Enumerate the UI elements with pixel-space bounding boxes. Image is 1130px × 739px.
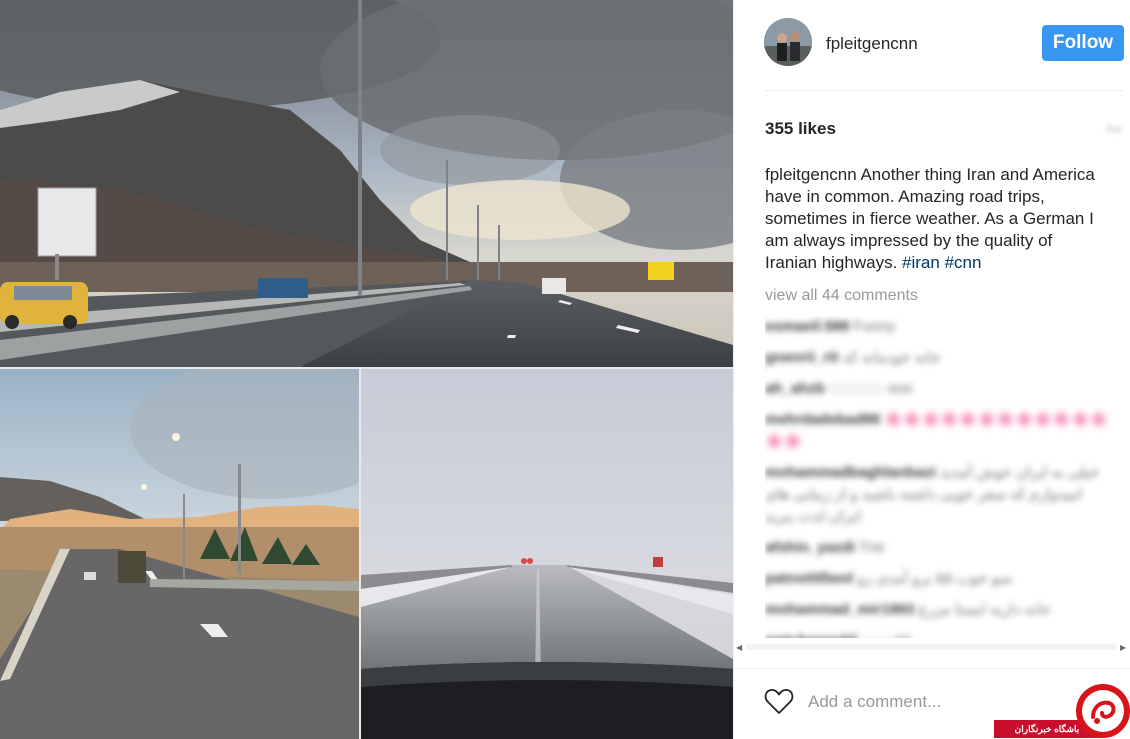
comment-username[interactable]: mohammadbaghlanbazi: [765, 464, 936, 481]
caption-username[interactable]: fpleitgencnn: [765, 165, 857, 184]
scroll-left-icon[interactable]: ◀: [736, 643, 742, 652]
post-age[interactable]: 4w: [1105, 121, 1122, 136]
comment: patnstttllwol سو خوب ۵۵ برو آمدی رو: [765, 568, 1115, 590]
watermark-logo: [1076, 684, 1130, 738]
comment-username[interactable]: esmaeil.588: [765, 318, 849, 335]
comment-text: سو خوب ۵۵ برو آمدی رو: [853, 570, 1012, 587]
photo-foggy-road: [361, 369, 733, 739]
comment: ah_ahzb ::::::::::::: ooo: [765, 378, 1115, 400]
header-divider: [764, 90, 1124, 91]
post-header: fpleitgencnn Follow: [734, 0, 1130, 90]
comment: mehrdadebad88 🌸🌸🌸🌸🌸🌸🌸🌸🌸🌸🌸🌸🌸🌸: [765, 409, 1115, 453]
add-comment-input[interactable]: [808, 689, 1008, 715]
hashtag-cnn[interactable]: #cnn: [945, 253, 982, 272]
comment-username[interactable]: gnenrii_rit: [765, 349, 838, 366]
comment: gnenrii_rit خانه خودمانه که: [765, 347, 1115, 369]
comment-text: خانه خودمانه که: [838, 349, 941, 366]
comments-list: esmaeil.588 Funny gnenrii_rit خانه خودما…: [765, 316, 1115, 638]
comment-username[interactable]: mohammad_mir1993: [765, 601, 914, 618]
comments-scrollbar[interactable]: ◀ ▶: [734, 640, 1130, 654]
post-caption: fpleitgencnn Another thing Iran and Amer…: [765, 164, 1105, 274]
comment-username[interactable]: mehrdadebad88: [765, 411, 880, 428]
comment-text: خانه داریه ایستا مزرع: [914, 601, 1051, 618]
comment-username[interactable]: afshin_yazdi: [765, 539, 855, 556]
avatar[interactable]: [764, 18, 812, 66]
comment-text: ::::::::::::: ooo: [825, 380, 913, 397]
comment: afshin_yazdi Tne: [765, 537, 1115, 559]
post-details-panel: fpleitgencnn Follow 355 likes 4w fpleitg…: [733, 0, 1130, 739]
heart-outline-icon[interactable]: [764, 687, 794, 715]
comment: mohammad_mir1993 خانه داریه ایستا مزرع: [765, 599, 1115, 621]
comment: esmaeil.588 Funny: [765, 316, 1115, 338]
photo-desert-road: [0, 369, 359, 739]
comment: watchoworld ::::::: ##: [765, 630, 1115, 638]
username-link[interactable]: fpleitgencnn: [826, 34, 918, 54]
comment: mohammadbaghlanbazi خیلی به ایران خوش آم…: [765, 462, 1115, 528]
likes-count[interactable]: 355 likes: [765, 119, 836, 139]
photo-mountain-highway: [0, 0, 733, 367]
photo-collage[interactable]: [0, 0, 733, 739]
comment-text: ::::::: ##: [857, 632, 911, 638]
comment-username[interactable]: watchoworld: [765, 632, 857, 638]
comment-text: Funny: [849, 318, 896, 335]
scroll-track[interactable]: [746, 644, 1116, 650]
follow-button[interactable]: Follow: [1042, 25, 1124, 61]
comment-text: Tne: [855, 539, 885, 556]
scroll-right-icon[interactable]: ▶: [1120, 643, 1126, 652]
comment-username[interactable]: patnstttllwol: [765, 570, 853, 587]
view-all-comments-link[interactable]: view all 44 comments: [765, 287, 918, 305]
comment-username[interactable]: ah_ahzb: [765, 380, 825, 397]
hashtag-iran[interactable]: #iran: [902, 253, 940, 272]
